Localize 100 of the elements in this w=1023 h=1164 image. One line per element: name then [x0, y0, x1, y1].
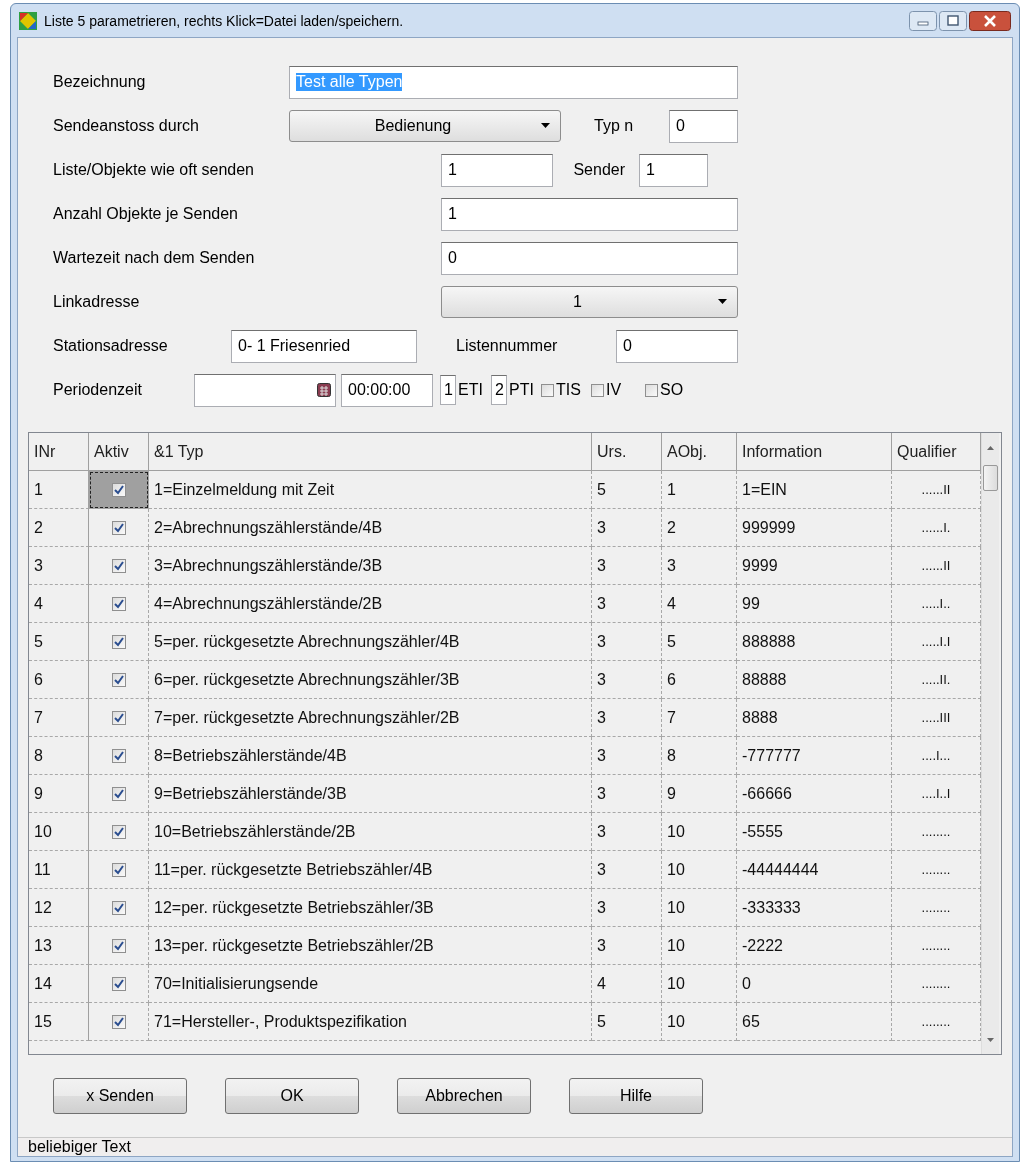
status-text: beliebiger Text [28, 1138, 131, 1156]
table-cell: 1 [662, 471, 737, 509]
dropdown[interactable]: 1 [441, 286, 738, 318]
table-cell: 5 [592, 1003, 662, 1041]
dialog-button[interactable]: x Senden [53, 1078, 187, 1114]
table-cell: 3=Abrechnungszählerstände/3B [149, 547, 592, 585]
table-cell: 9 [29, 775, 89, 813]
table-cell: 6 [29, 661, 89, 699]
table-cell: 13=per. rückgesetzte Betriebszähler/2B [149, 927, 592, 965]
table-cell: 3 [592, 927, 662, 965]
table-cell: 12=per. rückgesetzte Betriebszähler/3B [149, 889, 592, 927]
field-label: Linkadresse [53, 293, 141, 311]
dialog-button[interactable]: Hilfe [569, 1078, 703, 1114]
table-cell: .....I.I [892, 623, 981, 661]
input-field[interactable]: 0 [441, 241, 738, 275]
table-cell: 888888 [737, 623, 892, 661]
dialog-button[interactable]: OK [225, 1078, 359, 1114]
field-label: Sendeanstoss durch [53, 117, 200, 135]
table-cell: 3 [592, 775, 662, 813]
table-cell: 6 [662, 661, 737, 699]
field-label: Listennummer [456, 337, 559, 355]
table-cell: 10 [662, 889, 737, 927]
table-cell: ........ [892, 927, 981, 965]
table-cell: 3 [592, 623, 662, 661]
table-cell: 4=Abrechnungszählerstände/2B [149, 585, 592, 623]
table-cell: 2 [29, 509, 89, 547]
table-cell: ......II [892, 471, 981, 509]
table-cell: 65 [737, 1003, 892, 1041]
table-cell: .....III [892, 699, 981, 737]
table-cell: 3 [29, 547, 89, 585]
table-cell: 6=per. rückgesetzte Abrechnungszähler/3B [149, 661, 592, 699]
field-label: PTI [509, 381, 535, 399]
table-cell: ........ [892, 965, 981, 1003]
table-cell: -66666 [737, 775, 892, 813]
table-cell: 3 [592, 547, 662, 585]
table-cell: 7 [29, 699, 89, 737]
table-cell: 9 [662, 775, 737, 813]
checkbox-label: IV [606, 381, 622, 399]
table-cell: 3 [592, 851, 662, 889]
table-cell: -44444444 [737, 851, 892, 889]
table-cell: ........ [892, 851, 981, 889]
column-header[interactable]: Information [737, 433, 892, 471]
input-field[interactable]: 1 [441, 153, 553, 187]
table-cell: 10 [662, 927, 737, 965]
input-field[interactable]: 0 [616, 329, 738, 363]
table-cell: 2=Abrechnungszählerstände/4B [149, 509, 592, 547]
input-field[interactable]: 1 [441, 197, 738, 231]
input-field[interactable]: 0- 1 Friesenried [231, 329, 417, 363]
table-cell: 7 [662, 699, 737, 737]
table-cell: ....I... [892, 737, 981, 775]
table-cell: 10 [662, 1003, 737, 1041]
dropdown[interactable]: Bedienung [289, 110, 561, 142]
input-field[interactable]: 0 [669, 109, 738, 143]
table-cell: 3 [592, 813, 662, 851]
input-field[interactable]: 00:00:00 [341, 373, 433, 407]
table-cell: 3 [592, 661, 662, 699]
table-cell: -2222 [737, 927, 892, 965]
table-cell: ......I. [892, 509, 981, 547]
column-header[interactable]: Qualifier [892, 433, 981, 471]
table-cell: 1=Einzelmeldung mit Zeit [149, 471, 592, 509]
table-cell: 5 [29, 623, 89, 661]
table-cell: 70=Initialisierungsende [149, 965, 592, 1003]
table-cell: 7=per. rückgesetzte Abrechnungszähler/2B [149, 699, 592, 737]
table-cell: 12 [29, 889, 89, 927]
field-label: Anzahl Objekte je Senden [53, 205, 239, 223]
window-title: Liste 5 parametrieren, rechts Klick=Datei laden/speichern. [44, 12, 404, 29]
input-field[interactable]: 2 [491, 375, 507, 405]
table-cell: -777777 [737, 737, 892, 775]
table-cell: 10 [29, 813, 89, 851]
field-label: Periodenzeit [53, 381, 143, 399]
table-cell: 4 [662, 585, 737, 623]
table-cell: 3 [592, 737, 662, 775]
table-cell: ........ [892, 1003, 981, 1041]
table-cell: 10 [662, 965, 737, 1003]
table-cell: ....I..I [892, 775, 981, 813]
table-cell: .....II. [892, 661, 981, 699]
table-cell: 88888 [737, 661, 892, 699]
table-cell: 999999 [737, 509, 892, 547]
table-cell: 10 [662, 851, 737, 889]
table-cell: 8=Betriebszählerstände/4B [149, 737, 592, 775]
dialog-button[interactable]: Abbrechen [397, 1078, 531, 1114]
input-field[interactable]: 1 [639, 153, 708, 187]
column-header[interactable]: &1 Typ [149, 433, 592, 471]
table-cell: -5555 [737, 813, 892, 851]
table-cell: 8 [662, 737, 737, 775]
field-label: Sender [572, 161, 626, 179]
column-header[interactable]: INr [29, 433, 89, 471]
table-cell: 3 [592, 699, 662, 737]
table-cell: .....I.. [892, 585, 981, 623]
column-header[interactable]: AObj. [662, 433, 737, 471]
input-field[interactable]: 1 [440, 375, 456, 405]
table-cell: 0 [737, 965, 892, 1003]
column-header[interactable]: Urs. [592, 433, 662, 471]
field-label: ETI [458, 381, 484, 399]
column-header[interactable]: Aktiv [89, 433, 149, 471]
table-cell: 11=per. rückgesetzte Betriebszähler/4B [149, 851, 592, 889]
table-cell: 10 [662, 813, 737, 851]
field-label: Wartezeit nach dem Senden [53, 249, 256, 267]
table-cell: 15 [29, 1003, 89, 1041]
checkbox-label: SO [660, 381, 684, 399]
